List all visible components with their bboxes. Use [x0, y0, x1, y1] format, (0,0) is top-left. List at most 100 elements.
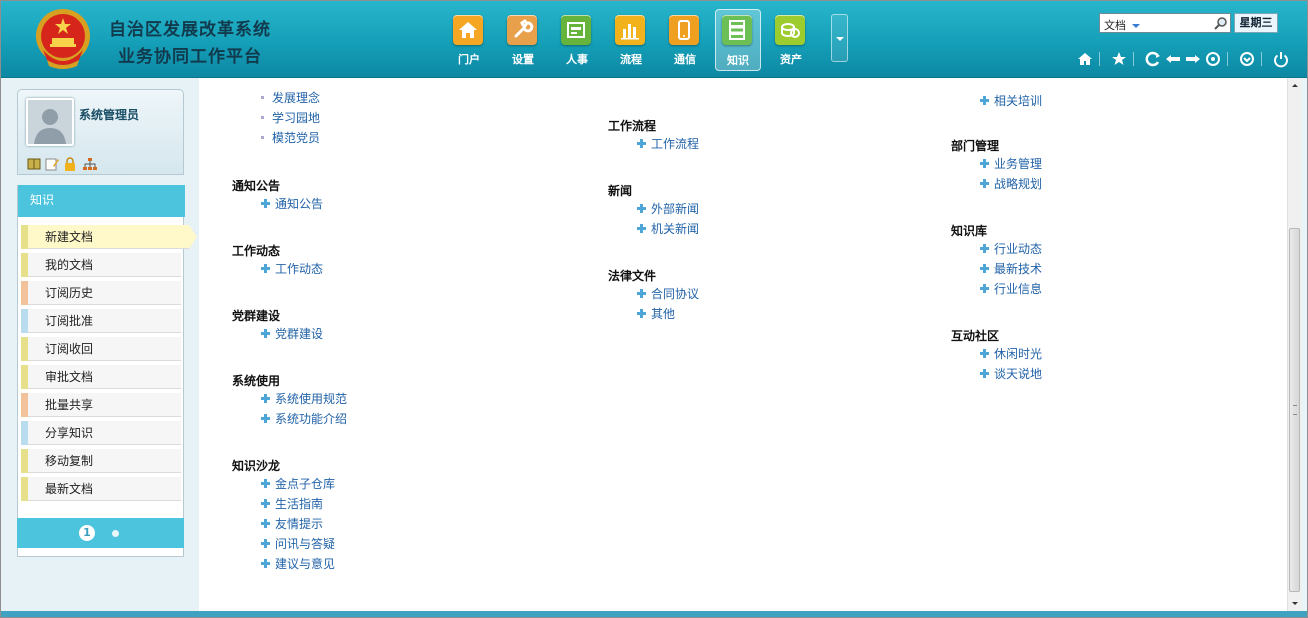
mobile-phone-icon [669, 15, 699, 45]
item-color-tag [21, 393, 28, 417]
search-icon[interactable] [1213, 16, 1228, 31]
org-chart-icon[interactable] [82, 156, 98, 172]
plus-icon [261, 559, 270, 568]
nav-portal[interactable]: 门户 [447, 11, 491, 69]
network-icon[interactable] [1203, 49, 1223, 69]
scroll-down-arrow-icon[interactable] [1288, 595, 1302, 611]
nav-label: 知识 [727, 54, 749, 67]
directory-link[interactable]: 问讯与答疑 [261, 535, 335, 552]
sidebar-item[interactable]: 订阅历史 [21, 281, 181, 305]
back-icon[interactable] [1163, 49, 1183, 69]
group-title: 工作流程 [608, 119, 657, 133]
sidebar-item[interactable]: 我的文档 [21, 253, 181, 277]
page-2-button[interactable] [112, 530, 119, 537]
nav-label: 设置 [512, 53, 534, 66]
directory-link[interactable]: 外部新闻 [637, 200, 699, 217]
directory-link[interactable]: 模范党员 [261, 129, 320, 146]
sidebar-item-label: 分享知识 [45, 426, 94, 440]
search-bar: 文档 [1099, 13, 1231, 33]
search-input[interactable] [1162, 15, 1212, 31]
directory-link[interactable]: 金点子仓库 [261, 475, 335, 492]
toolbar-divider [1261, 52, 1262, 66]
plus-icon [637, 309, 646, 318]
directory-link[interactable]: 行业信息 [980, 280, 1042, 297]
directory-link[interactable]: 工作流程 [637, 135, 699, 152]
sidebar-item[interactable]: 新建文档 [21, 225, 197, 249]
group-title: 系统使用 [232, 374, 281, 388]
circle-down-icon[interactable] [1237, 49, 1257, 69]
nav-knowledge[interactable]: 知识 [715, 9, 761, 71]
directory-link[interactable]: 工作动态 [261, 260, 323, 277]
directory-link[interactable]: 机关新闻 [637, 220, 699, 237]
group-title: 知识库 [951, 224, 988, 238]
directory-link[interactable]: 党群建设 [261, 325, 323, 342]
nav-assets[interactable]: 资产 [769, 11, 813, 69]
directory-link[interactable]: 其他 [637, 305, 675, 322]
directory-link[interactable]: 合同协议 [637, 285, 699, 302]
link-label: 工作动态 [275, 262, 324, 276]
knowledge-menu: 知识 新建文档 我的文档 订阅历史 订阅批准 订阅收回 审批文档 批量共享 分享知识 移动复制最… [17, 185, 197, 557]
sidebar-item[interactable]: 订阅收回 [21, 337, 181, 361]
vertical-scrollbar[interactable] [1287, 78, 1302, 611]
directory-link[interactable]: 战略规划 [980, 175, 1042, 192]
home-icon[interactable] [1075, 49, 1095, 69]
plus-icon [261, 519, 270, 528]
directory-link[interactable]: 业务管理 [980, 155, 1042, 172]
plus-icon [261, 539, 270, 548]
sidebar-item-label: 审批文档 [45, 370, 94, 384]
directory-link[interactable]: 系统使用规范 [261, 390, 347, 407]
directory-link[interactable]: 谈天说地 [980, 365, 1042, 382]
home-icon [453, 15, 483, 45]
server-stack-icon [722, 15, 752, 45]
app-title-line1: 自治区发展改革系统 [109, 20, 271, 40]
nav-hr[interactable]: 人事 [555, 11, 599, 69]
directory-link[interactable]: 行业动态 [980, 240, 1042, 257]
sidebar-item[interactable]: 审批文档 [21, 365, 181, 389]
edit-icon[interactable] [44, 156, 60, 172]
directory-link[interactable]: 发展理念 [261, 89, 320, 106]
search-category-select[interactable]: 文档 [1104, 17, 1140, 33]
directory-link[interactable]: 通知公告 [261, 195, 323, 212]
search-category-label: 文档 [1104, 19, 1126, 32]
sidebar-item[interactable]: 批量共享 [21, 393, 181, 417]
page-1-button[interactable]: 1 [79, 525, 95, 541]
item-color-tag [21, 421, 28, 445]
book-icon[interactable] [26, 156, 42, 172]
link-label: 其他 [651, 307, 676, 321]
directory-link[interactable]: 学习园地 [261, 109, 320, 126]
sidebar-item[interactable]: 移动复制 [21, 449, 181, 473]
group-title: 工作动态 [232, 244, 281, 258]
nav-communication[interactable]: 通信 [663, 11, 707, 69]
nav-more-button[interactable] [831, 14, 848, 62]
sidebar-item-label: 我的文档 [45, 258, 94, 272]
directory-link[interactable]: 生活指南 [261, 495, 323, 512]
sidebar-item[interactable]: 订阅批准 [21, 309, 181, 333]
lock-icon[interactable] [62, 156, 78, 172]
nav-workflow[interactable]: 流程 [609, 11, 653, 69]
header-bar: 自治区发展改革系统 业务协同工作平台 门户 设置 人事 流程 通信 知识 资产 … [1, 1, 1307, 78]
directory-link[interactable]: 休闲时光 [980, 345, 1042, 362]
power-icon[interactable] [1271, 49, 1291, 69]
nav-settings[interactable]: 设置 [501, 11, 545, 69]
group-title: 党群建设 [232, 309, 281, 323]
item-color-tag [21, 365, 28, 389]
avatar[interactable] [26, 98, 74, 146]
refresh-icon[interactable] [1143, 49, 1163, 69]
directory-link[interactable]: 相关培训 [980, 92, 1042, 109]
sidebar-item[interactable]: 分享知识 [21, 421, 181, 445]
link-label: 建议与意见 [275, 557, 336, 571]
directory-link[interactable]: 建议与意见 [261, 555, 335, 572]
directory-link[interactable]: 友情提示 [261, 515, 323, 532]
forward-icon[interactable] [1183, 49, 1203, 69]
scroll-up-arrow-icon[interactable] [1288, 78, 1302, 94]
star-icon[interactable] [1109, 49, 1129, 69]
scroll-thumb[interactable] [1289, 228, 1300, 592]
directory-link[interactable]: 最新技术 [980, 260, 1042, 277]
sidebar-item-label: 移动复制 [45, 454, 94, 468]
sidebar-item[interactable]: 最新文档 [21, 477, 181, 501]
link-label: 通知公告 [275, 197, 324, 211]
directory-link[interactable]: 系统功能介绍 [261, 410, 347, 427]
grip-icon [1293, 405, 1297, 415]
plus-icon [637, 289, 646, 298]
sidebar-item-label: 订阅收回 [45, 342, 94, 356]
